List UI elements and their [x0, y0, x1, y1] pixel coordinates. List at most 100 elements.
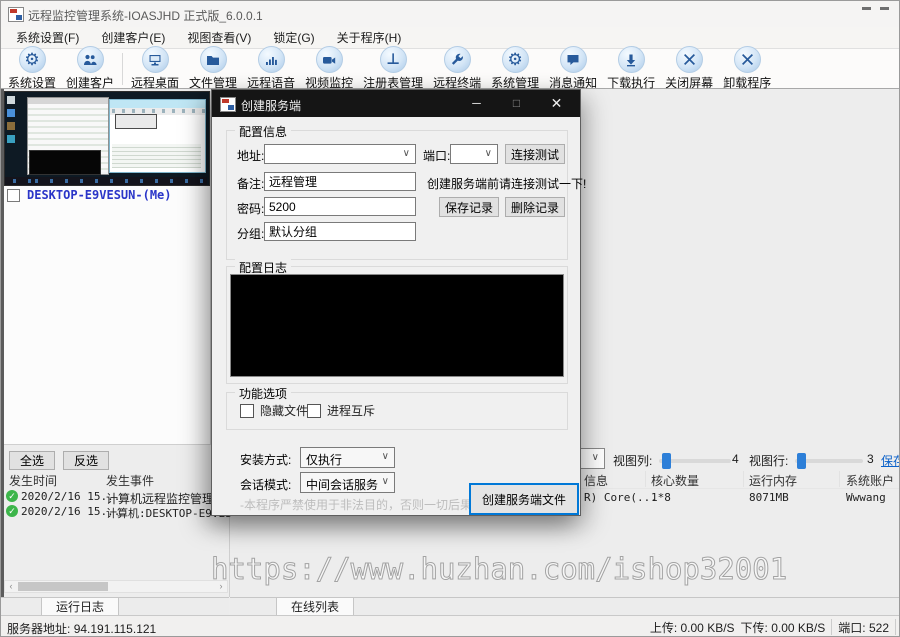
online-cell-cores[interactable]: 1*8	[651, 491, 671, 504]
maximize-icon[interactable]	[880, 7, 889, 10]
online-cell-cpu[interactable]: R) Core(...	[584, 491, 657, 504]
save-settings-link[interactable]: 保存设置	[881, 452, 900, 469]
header-underline	[581, 488, 900, 489]
port-status-label: 端口:	[838, 621, 865, 635]
menu-system-settings[interactable]: 系统设置(F)	[5, 27, 90, 48]
invert-selection-button[interactable]: 反选	[63, 451, 109, 470]
toolbar-create-client[interactable]: 创建客户	[61, 46, 119, 91]
dialog-titlebar: 创建服务端 ─ □ ✕	[212, 90, 580, 117]
select-all-button[interactable]: 全选	[9, 451, 55, 470]
delete-record-button[interactable]: 删除记录	[505, 197, 565, 217]
event-row[interactable]: ✓ 2020/2/16 15... 计算机:DESKTOP-E9VES	[1, 504, 229, 519]
close-icon[interactable]: ✕	[540, 90, 573, 117]
hide-file-checkbox[interactable]: 隐藏文件	[240, 402, 308, 419]
tab-online-list[interactable]: 在线列表	[276, 598, 354, 615]
horizontal-scrollbar[interactable]: ‹ ›	[4, 580, 228, 593]
download-arrow-icon	[618, 46, 645, 73]
online-header-cores: 核心数量	[651, 472, 699, 489]
minimize-icon[interactable]	[862, 7, 871, 10]
menu-create-client[interactable]: 创建客户(E)	[90, 27, 176, 48]
toolbar-remote-terminal[interactable]: 远程终端	[428, 46, 486, 91]
install-mode-value: 仅执行	[306, 451, 342, 468]
event-row[interactable]: ✓ 2020/2/16 15... 计算机远程监控管理系统	[1, 489, 229, 504]
address-combobox[interactable]: ∨	[264, 144, 416, 164]
menu-lock[interactable]: 锁定(G)	[262, 27, 325, 48]
create-server-file-button[interactable]: 创建服务端文件	[469, 483, 579, 515]
view-cols-label: 视图列:	[613, 452, 652, 469]
client-desktop-thumbnail[interactable]	[4, 91, 210, 186]
config-log-output[interactable]	[230, 274, 564, 377]
chevron-down-icon: ∨	[403, 148, 410, 159]
toolbar-system-settings[interactable]: ⚙ 系统设置	[3, 46, 61, 91]
save-record-button[interactable]: 保存记录	[439, 197, 499, 217]
address-label: 地址:	[237, 147, 264, 164]
thumb-popup	[115, 114, 157, 129]
port-status-value: 522	[869, 621, 889, 635]
check-icon: ✓	[6, 490, 18, 502]
folder-icon	[200, 46, 227, 73]
remote-admin-window: 远程监控管理系统-IOASJHD 正式版_6.0.0.1 系统设置(F) 创建客…	[0, 0, 900, 637]
thumb-desktop-icons	[7, 96, 17, 143]
column-separator	[743, 471, 744, 487]
scrollbar-thumb[interactable]	[18, 582, 108, 591]
toolbar-system-manager[interactable]: ⚙ 系统管理	[486, 46, 544, 91]
gear-icon: ⚙	[502, 46, 529, 73]
toolbar-message-notify[interactable]: 消息通知	[544, 46, 602, 91]
menu-about[interactable]: 关于程序(H)	[326, 27, 413, 48]
process-mutex-checkbox[interactable]: 进程互斥	[307, 402, 375, 419]
note-input[interactable]	[264, 172, 416, 191]
gear-icon: ⚙	[19, 46, 46, 73]
view-cols-slider-thumb[interactable]	[662, 453, 671, 469]
online-cell-account[interactable]: Wwwang	[846, 491, 886, 504]
status-separator	[895, 619, 896, 635]
client-checkbox[interactable]	[7, 189, 20, 202]
menu-view[interactable]: 视图查看(V)	[176, 27, 262, 48]
toolbar-registry-manager[interactable]: ⊥ 注册表管理	[358, 46, 428, 91]
window-titlebar: 远程监控管理系统-IOASJHD 正式版_6.0.0.1	[1, 1, 899, 28]
toolbar-close-screen[interactable]: 关闭屏幕	[660, 46, 718, 91]
users-icon	[77, 46, 104, 73]
group-input[interactable]	[264, 222, 416, 241]
status-separator	[831, 619, 832, 635]
connect-test-button[interactable]: 连接测试	[505, 144, 565, 164]
password-label: 密码:	[237, 200, 264, 217]
port-combobox[interactable]: ∨	[450, 144, 498, 164]
chat-bubble-icon	[560, 46, 587, 73]
options-group-label: 功能选项	[235, 385, 291, 402]
toolbar-download-exec[interactable]: 下载执行	[602, 46, 660, 91]
dialog-title: 创建服务端	[241, 97, 301, 114]
window-title: 远程监控管理系统-IOASJHD 正式版_6.0.0.1	[28, 7, 263, 24]
toolbar-uninstall[interactable]: 卸载程序	[718, 46, 776, 91]
upload-value: 0.00 KB/S	[681, 621, 735, 635]
monitor-icon	[142, 46, 169, 73]
chevron-down-icon: ∨	[382, 476, 389, 487]
install-mode-select[interactable]: 仅执行 ∨	[300, 447, 395, 468]
client-entry[interactable]: DESKTOP-E9VESUN-(Me)	[7, 188, 172, 202]
toolbar-remote-desktop[interactable]: 远程桌面	[126, 46, 184, 91]
online-header-ram: 运行内存	[749, 472, 797, 489]
toolbar-remote-audio[interactable]: 远程语音	[242, 46, 300, 91]
server-address-label: 服务器地址:	[7, 622, 70, 636]
tab-run-log[interactable]: 运行日志	[41, 598, 119, 615]
wrench-icon	[444, 46, 471, 73]
session-mode-select[interactable]: 中间会话服务 ∨	[300, 472, 395, 493]
scroll-right-icon[interactable]: ›	[215, 581, 227, 592]
toolbar-video-monitor[interactable]: 视频监控	[300, 46, 358, 91]
registry-icon: ⊥	[380, 46, 407, 73]
minimize-icon[interactable]: ─	[460, 90, 493, 117]
statusbar: 服务器地址: 94.191.115.121 上传: 0.00 KB/S 下传: …	[1, 615, 899, 637]
column-separator	[645, 471, 646, 487]
upload-speed: 上传: 0.00 KB/S	[650, 619, 735, 636]
password-input[interactable]	[264, 197, 416, 216]
maximize-icon[interactable]: □	[500, 90, 533, 117]
checkbox-icon	[240, 404, 254, 418]
online-header-account: 系统账户	[846, 472, 894, 489]
toolbar: ⚙ 系统设置 创建客户 远程桌面 文件管理 远程语音	[1, 49, 899, 89]
scroll-left-icon[interactable]: ‹	[5, 581, 17, 592]
toolbar-file-manager[interactable]: 文件管理	[184, 46, 242, 91]
app-window-icon	[8, 7, 24, 22]
view-rows-slider-thumb[interactable]	[797, 453, 806, 469]
camera-icon	[316, 46, 343, 73]
online-cell-ram[interactable]: 8071MB	[749, 491, 789, 504]
close-x-icon	[734, 46, 761, 73]
